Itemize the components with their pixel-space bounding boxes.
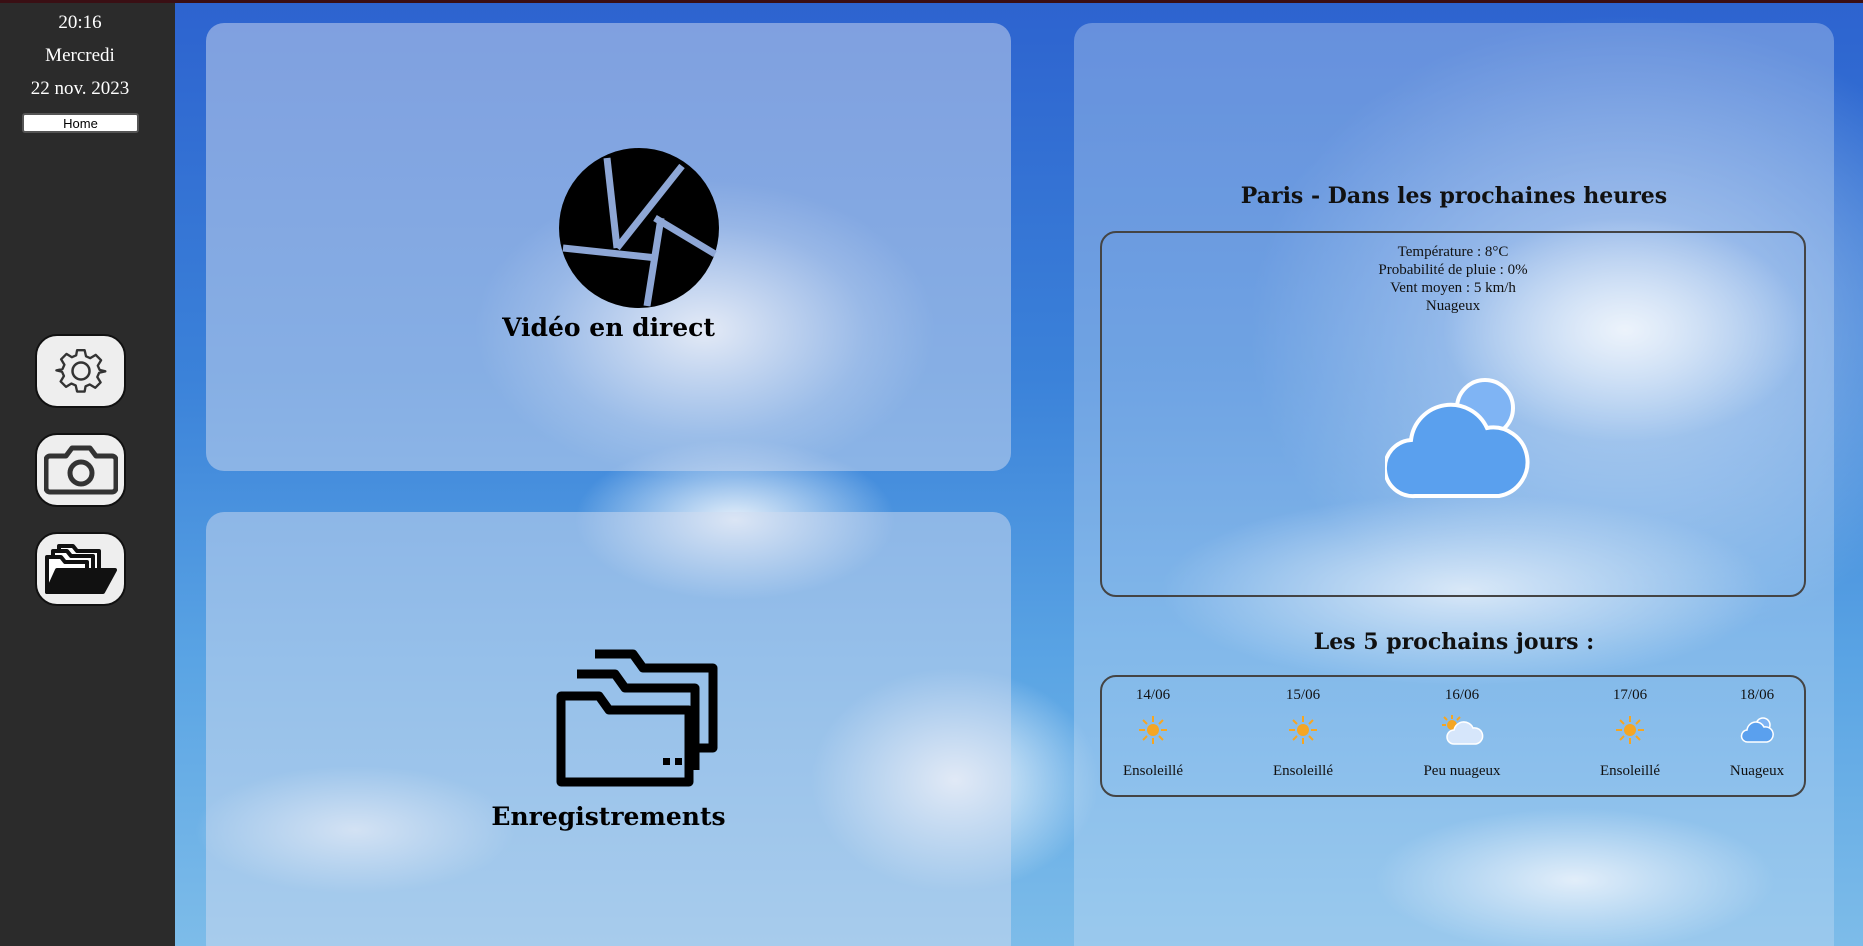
current-weather-box: Température : 8°C Probabilité de pluie :… <box>1100 231 1806 597</box>
forecast-title: Les 5 prochains jours : <box>1313 629 1595 655</box>
top-border <box>0 0 1863 3</box>
sun-icon <box>1139 716 1167 744</box>
folders-icon <box>44 544 117 594</box>
forecast-box: 14/06 Ensoleillé 15/06 Ensoleillé 16/06 … <box>1100 675 1806 797</box>
partly-cloudy-icon <box>1442 715 1484 745</box>
aperture-icon <box>559 148 719 308</box>
forecast-day: 17/06 Ensoleillé <box>1575 687 1685 780</box>
forecast-date: 16/06 <box>1444 687 1480 703</box>
live-video-label: Vidéo en direct <box>502 313 715 342</box>
cloud-icon <box>1385 378 1530 499</box>
wind-text: Vent moyen : 5 km/h <box>1390 280 1516 296</box>
forecast-day: 15/06 Ensoleillé <box>1248 687 1358 780</box>
rain-probability-text: Probabilité de pluie : 0% <box>1378 262 1528 278</box>
forecast-condition: Ensoleillé <box>1123 763 1183 779</box>
cloud-icon <box>1740 717 1774 743</box>
clock-day: Mercredi <box>45 45 115 66</box>
condition-text: Nuageux <box>1425 298 1481 314</box>
forecast-date: 14/06 <box>1135 687 1171 703</box>
forecast-date: 18/06 <box>1739 687 1775 703</box>
temperature-text: Température : 8°C <box>1397 244 1509 260</box>
sidebar: 20:16 Mercredi 22 nov. 2023 Home <box>0 0 175 946</box>
forecast-condition: Nuageux <box>1729 763 1785 779</box>
sun-icon <box>1616 716 1644 744</box>
recordings-button[interactable] <box>35 532 126 606</box>
forecast-day: 16/06 Peu nuageux <box>1407 687 1517 780</box>
main-area: Vidéo en direct Enregistrements Paris - … <box>175 0 1863 946</box>
big-folders-icon <box>556 649 718 787</box>
weather-panel: Paris - Dans les prochaines heures Tempé… <box>1074 23 1834 946</box>
recordings-label: Enregistrements <box>491 802 726 831</box>
camera-button[interactable] <box>35 433 126 507</box>
forecast-condition: Ensoleillé <box>1273 763 1333 779</box>
forecast-day: 18/06 Nuageux <box>1702 687 1812 780</box>
forecast-date: 15/06 <box>1285 687 1321 703</box>
forecast-condition: Peu nuageux <box>1423 763 1501 779</box>
live-video-tile[interactable]: Vidéo en direct <box>206 23 1011 471</box>
forecast-day: 14/06 Ensoleillé <box>1098 687 1208 780</box>
forecast-condition: Ensoleillé <box>1600 763 1660 779</box>
weather-title: Paris - Dans les prochaines heures <box>1240 183 1668 209</box>
settings-button[interactable] <box>35 334 126 408</box>
sun-icon <box>1289 716 1317 744</box>
clock-time: 20:16 <box>58 12 102 33</box>
gear-icon <box>54 348 106 393</box>
camera-icon <box>43 445 118 495</box>
home-button[interactable]: Home <box>22 113 139 133</box>
forecast-date: 17/06 <box>1612 687 1648 703</box>
recordings-tile[interactable]: Enregistrements <box>206 512 1011 946</box>
clock-date: 22 nov. 2023 <box>30 78 130 99</box>
